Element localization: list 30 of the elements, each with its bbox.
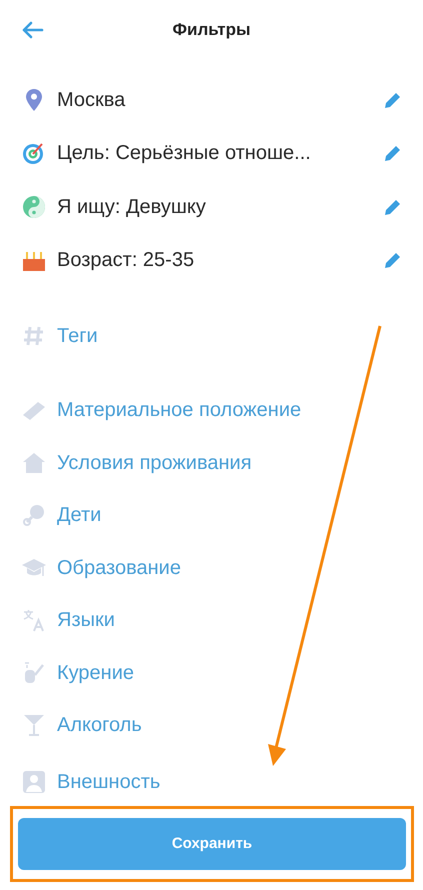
- back-arrow-icon[interactable]: [20, 20, 44, 40]
- filter-option[interactable]: Языки: [57, 605, 115, 636]
- edit-pencil-icon[interactable]: [384, 198, 402, 216]
- hashtag-icon: [23, 324, 45, 346]
- translate-icon: [22, 608, 46, 632]
- location-pin-icon: [25, 88, 43, 112]
- filter-option[interactable]: Дети: [57, 500, 102, 530]
- tags-option[interactable]: Теги: [57, 320, 98, 350]
- house-icon: [22, 450, 46, 475]
- save-button[interactable]: Сохранить: [18, 818, 406, 870]
- filter-value[interactable]: Москва: [57, 84, 384, 115]
- yin-yang-icon: [22, 194, 46, 219]
- edit-pencil-icon[interactable]: [384, 90, 402, 109]
- edit-pencil-icon[interactable]: [384, 251, 402, 270]
- cocktail-glass-icon: [22, 713, 46, 738]
- filter-value[interactable]: Возраст: 25-35: [57, 245, 384, 276]
- screen-title: Фильтры: [172, 19, 250, 42]
- filter-option[interactable]: Материальное положение: [57, 395, 302, 426]
- filter-value[interactable]: Цель: Серьёзные отноше...: [57, 138, 384, 168]
- edit-pencil-icon[interactable]: [384, 144, 402, 162]
- filter-option[interactable]: Алкоголь: [57, 710, 142, 740]
- filter-value[interactable]: Я ищу: Девушку: [57, 192, 384, 222]
- pacifier-icon: [22, 503, 46, 528]
- filter-option[interactable]: Образование: [57, 552, 181, 583]
- target-icon: [22, 141, 46, 166]
- filter-option[interactable]: Внешность: [57, 766, 160, 797]
- person-icon: [22, 770, 46, 794]
- filter-option[interactable]: Условия проживания: [57, 448, 252, 478]
- pipe-icon: [22, 660, 46, 685]
- filter-option[interactable]: Курение: [57, 658, 134, 688]
